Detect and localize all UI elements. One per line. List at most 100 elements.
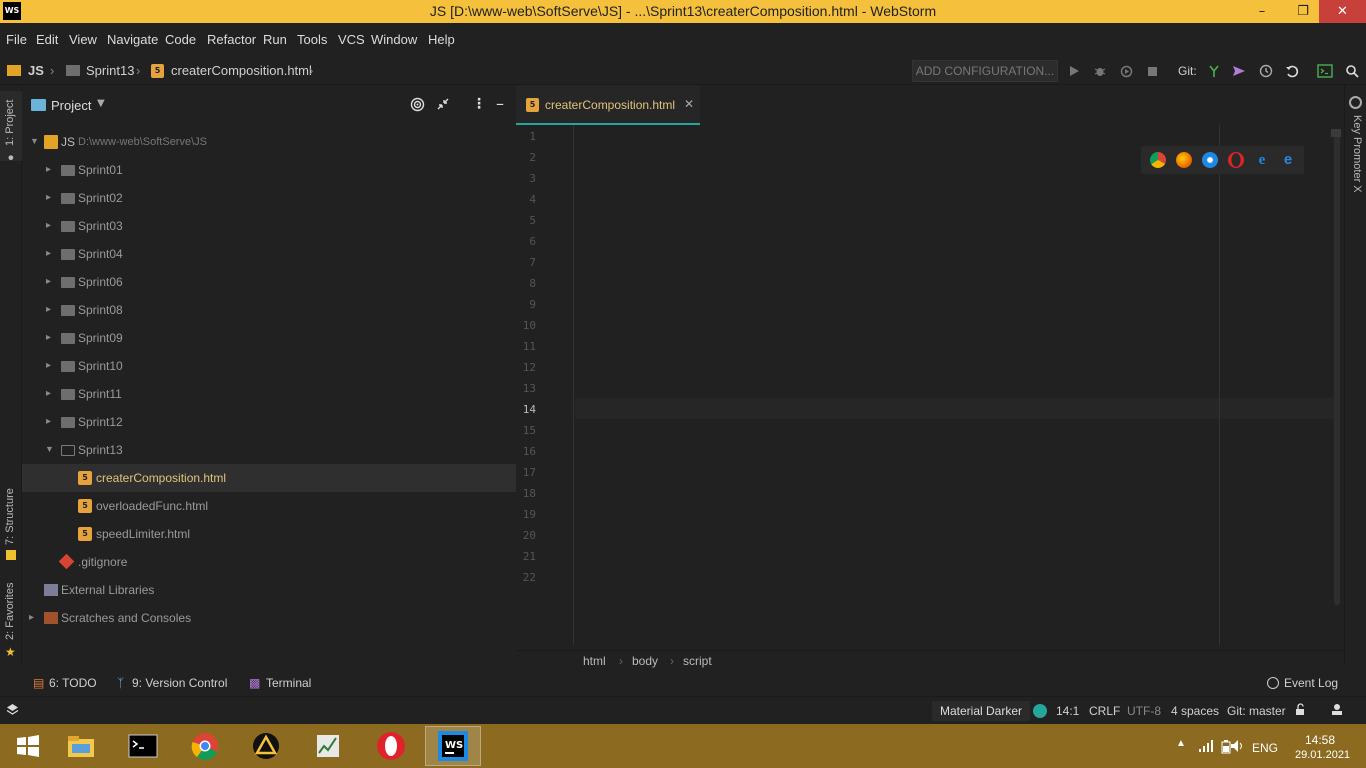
menu-vcs[interactable]: VCS xyxy=(338,32,365,47)
editor-tab[interactable]: 5 createrComposition.html ✕ xyxy=(516,85,700,125)
chevron-right-icon[interactable]: ▸ xyxy=(46,388,56,399)
hide-panel-icon[interactable]: – xyxy=(496,94,504,113)
stop-icon[interactable] xyxy=(1143,62,1161,80)
menu-file[interactable]: File xyxy=(6,32,27,47)
edge-icon[interactable]: e xyxy=(1280,152,1296,168)
clock-time[interactable]: 14:58 xyxy=(1305,733,1335,747)
webstorm-taskbar-icon[interactable]: WS xyxy=(425,726,481,766)
menu-view[interactable]: View xyxy=(69,32,97,47)
caret-position[interactable]: 14:1 xyxy=(1056,704,1079,718)
menu-tools[interactable]: Tools xyxy=(297,32,327,47)
chevron-right-icon[interactable]: ▸ xyxy=(46,276,56,287)
tab-terminal[interactable]: Terminal xyxy=(266,676,311,690)
tree-file[interactable]: 5 overloadedFunc.html xyxy=(22,492,516,520)
chevron-right-icon[interactable]: ▸ xyxy=(46,332,56,343)
tab-structure[interactable]: 7: Structure xyxy=(0,485,22,575)
history-icon[interactable] xyxy=(1257,62,1275,80)
chevron-right-icon[interactable]: ▸ xyxy=(46,164,56,175)
menu-navigate[interactable]: Navigate xyxy=(107,32,158,47)
language-indicator[interactable]: ENG xyxy=(1252,741,1278,755)
tree-root[interactable]: ▼ JS D:\www-web\SoftServe\JS xyxy=(22,128,516,156)
firefox-icon[interactable] xyxy=(1176,152,1192,168)
tree-folder-sprint04[interactable]: ▸ Sprint04 xyxy=(22,240,516,268)
coverage-icon[interactable] xyxy=(1117,62,1135,80)
inspector-icon[interactable] xyxy=(1330,703,1344,716)
tree-scratches[interactable]: ▸ Scratches and Consoles xyxy=(22,604,516,632)
tab-key-promoter[interactable]: Key Promoter X xyxy=(1349,115,1365,215)
chevron-right-icon[interactable]: ▸ xyxy=(46,360,56,371)
chevron-right-icon[interactable]: ▸ xyxy=(46,220,56,231)
task-manager-icon[interactable] xyxy=(300,726,356,766)
tree-folder-sprint13[interactable]: ▼ Sprint13 xyxy=(22,436,516,464)
chevron-down-icon[interactable]: ▼ xyxy=(97,98,105,109)
rollback-icon[interactable] xyxy=(1283,62,1301,80)
tree-external-libraries[interactable]: External Libraries xyxy=(22,576,516,604)
editor-crumb-script[interactable]: script xyxy=(683,654,712,668)
vertical-scrollbar[interactable] xyxy=(1334,135,1340,605)
breadcrumb-sprint13[interactable]: Sprint13 xyxy=(86,63,134,78)
chevron-right-icon[interactable]: ▸ xyxy=(46,248,56,259)
tree-folder-sprint02[interactable]: ▸ Sprint02 xyxy=(22,184,516,212)
tree-file-selected[interactable]: 5 createrComposition.html xyxy=(22,464,516,492)
tree-file-gitignore[interactable]: .gitignore xyxy=(22,548,516,576)
lock-icon[interactable] xyxy=(1295,703,1307,716)
command-prompt-icon[interactable] xyxy=(115,726,171,766)
tree-folder-sprint11[interactable]: ▸ Sprint11 xyxy=(22,380,516,408)
close-tab-icon[interactable]: ✕ xyxy=(684,97,694,111)
chrome-icon[interactable] xyxy=(1150,152,1166,168)
menu-edit[interactable]: Edit xyxy=(36,32,58,47)
editor-crumb-body[interactable]: body xyxy=(632,654,658,668)
more-options-icon[interactable]: ⋮ xyxy=(472,96,486,112)
chevron-down-icon[interactable]: ▼ xyxy=(30,136,40,146)
locate-icon[interactable] xyxy=(410,97,425,112)
network-icon[interactable] xyxy=(1198,740,1214,752)
minimize-button[interactable]: – xyxy=(1245,0,1279,23)
menu-run[interactable]: Run xyxy=(263,32,287,47)
chevron-right-icon[interactable]: ▸ xyxy=(46,416,56,427)
git-update-icon[interactable] xyxy=(1205,62,1223,80)
chevron-down-icon[interactable]: ▼ xyxy=(45,444,55,454)
tab-event-log[interactable]: Event Log xyxy=(1284,676,1338,690)
file-encoding[interactable]: UTF-8 xyxy=(1127,704,1161,718)
project-panel-title[interactable]: Project xyxy=(51,98,91,113)
chevron-right-icon[interactable]: ▸ xyxy=(46,192,56,203)
layers-icon[interactable] xyxy=(6,703,19,716)
tree-folder-sprint12[interactable]: ▸ Sprint12 xyxy=(22,408,516,436)
search-everywhere-icon[interactable] xyxy=(1343,62,1361,80)
tree-folder-sprint09[interactable]: ▸ Sprint09 xyxy=(22,324,516,352)
breadcrumb-file[interactable]: createrComposition.html xyxy=(171,63,312,78)
tab-todo[interactable]: 6: TODO xyxy=(49,676,97,690)
terminal-toolbar-icon[interactable] xyxy=(1316,62,1334,80)
restore-button[interactable]: ❐ xyxy=(1286,0,1320,23)
file-explorer-icon[interactable] xyxy=(53,726,109,766)
editor-crumb-html[interactable]: html xyxy=(583,654,606,668)
add-configuration-button[interactable]: ADD CONFIGURATION... xyxy=(912,60,1058,82)
menu-window[interactable]: Window xyxy=(371,32,417,47)
windows-start-icon[interactable] xyxy=(0,726,56,766)
tree-folder-sprint10[interactable]: ▸ Sprint10 xyxy=(22,352,516,380)
tree-folder-sprint03[interactable]: ▸ Sprint03 xyxy=(22,212,516,240)
tree-folder-sprint01[interactable]: ▸ Sprint01 xyxy=(22,156,516,184)
git-push-icon[interactable] xyxy=(1230,62,1248,80)
tree-file[interactable]: 5 speedLimiter.html xyxy=(22,520,516,548)
tree-folder-sprint08[interactable]: ▸ Sprint08 xyxy=(22,296,516,324)
git-branch[interactable]: Git: master xyxy=(1227,704,1286,718)
volume-icon[interactable] xyxy=(1230,739,1244,753)
tab-version-control[interactable]: 9: Version Control xyxy=(132,676,227,690)
clock-date[interactable]: 29.01.2021 xyxy=(1295,749,1350,761)
breadcrumb-root[interactable]: JS xyxy=(28,63,44,78)
menu-refactor[interactable]: Refactor xyxy=(207,32,256,47)
safari-icon[interactable] xyxy=(1202,152,1218,168)
collapse-all-icon[interactable] xyxy=(436,97,450,111)
opera-icon[interactable] xyxy=(1228,152,1244,168)
debug-icon[interactable] xyxy=(1091,62,1109,80)
opera-taskbar-icon[interactable] xyxy=(363,726,419,766)
tree-folder-sprint06[interactable]: ▸ Sprint06 xyxy=(22,268,516,296)
chevron-right-icon[interactable]: ▸ xyxy=(46,304,56,315)
indent-setting[interactable]: 4 spaces xyxy=(1171,704,1219,718)
tray-expand-icon[interactable]: ▲ xyxy=(1176,738,1186,749)
line-separator[interactable]: CRLF xyxy=(1089,704,1120,718)
chevron-right-icon[interactable]: ▸ xyxy=(29,612,39,623)
app-taskbar-icon[interactable] xyxy=(238,726,294,766)
close-window-button[interactable]: ✕ xyxy=(1319,0,1366,23)
